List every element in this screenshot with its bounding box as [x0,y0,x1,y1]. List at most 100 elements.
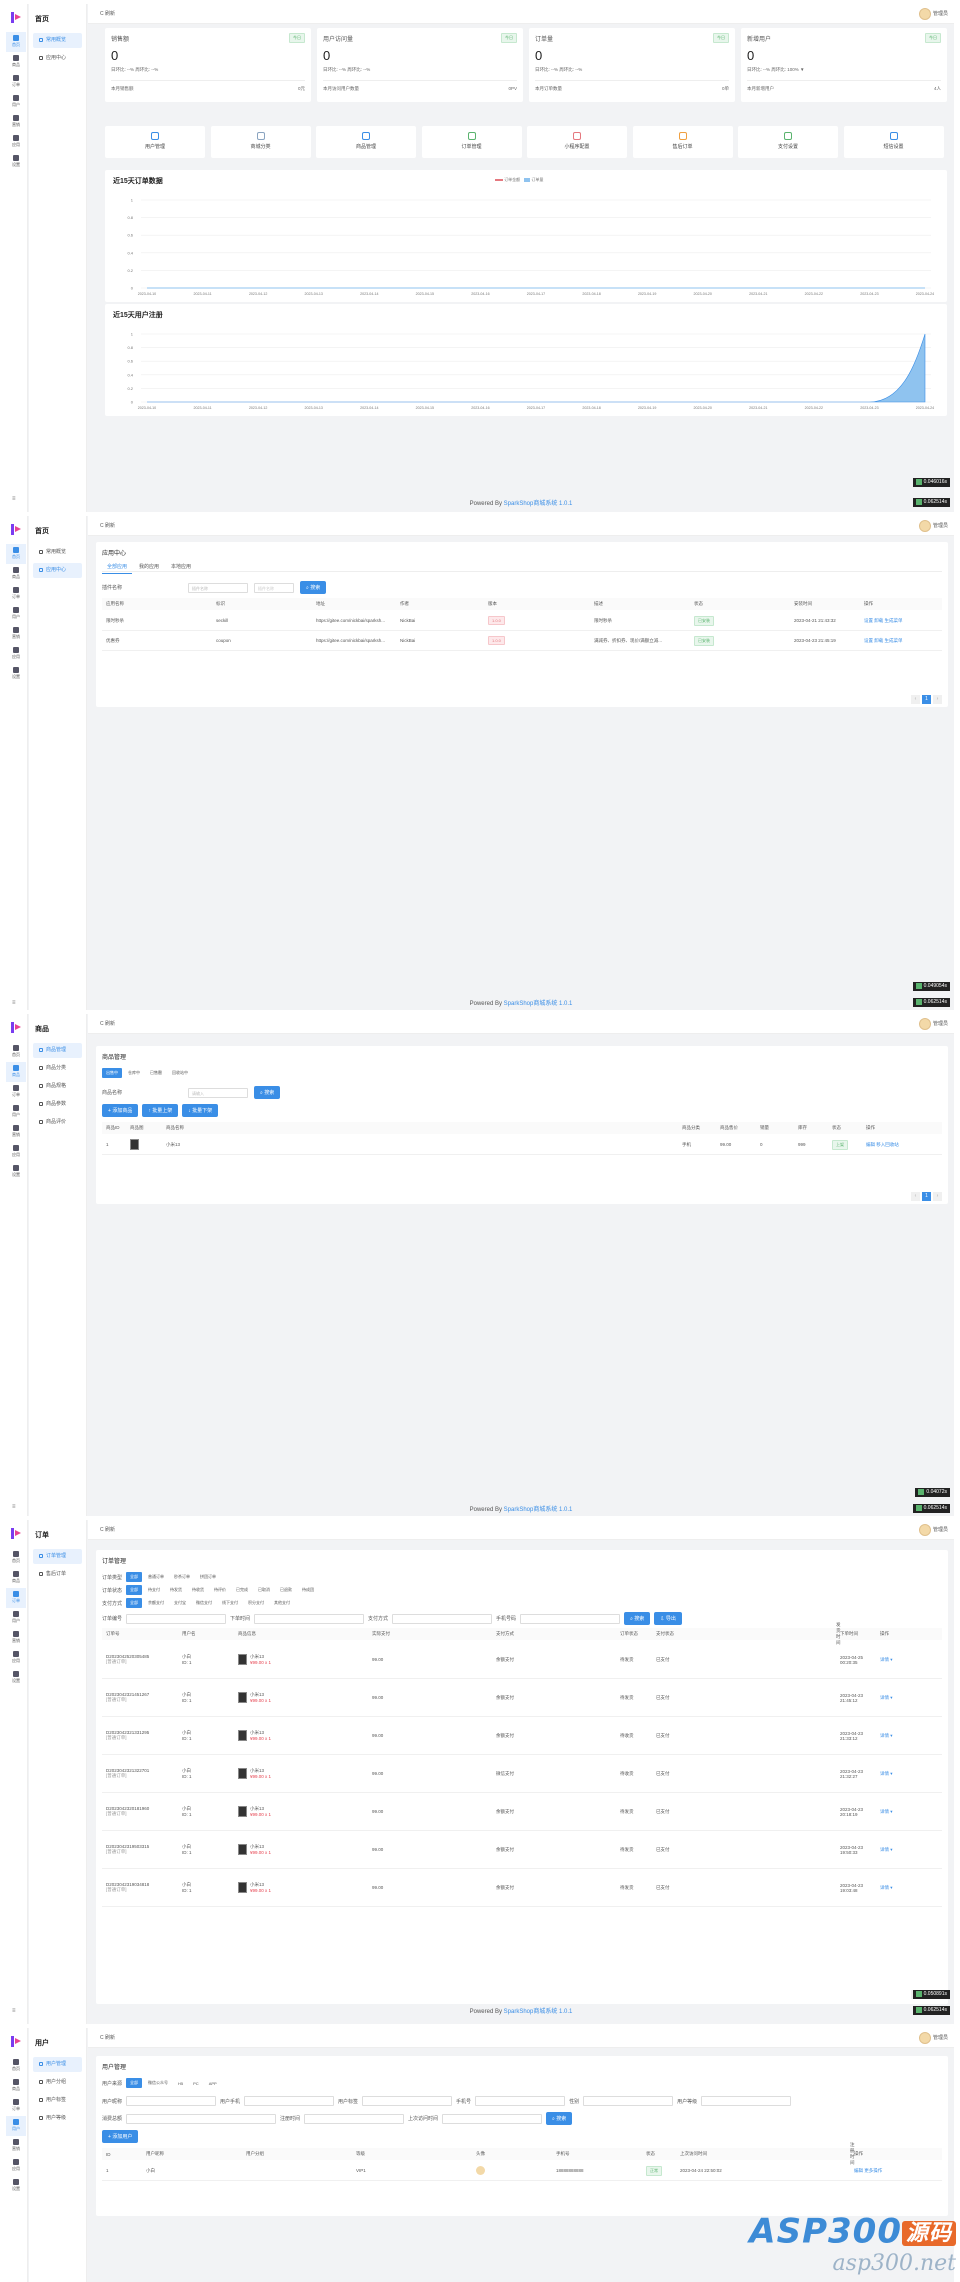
pay-way-select[interactable] [392,1613,493,1624]
menu-goods-category[interactable]: 商品分类 [33,1061,82,1076]
footer-link[interactable]: SparkShop商城系统 1.0.1 [504,1507,573,1513]
sidebar-item-home[interactable]: 首页 [6,1548,26,1568]
tab-sold-out[interactable]: 已售罄 [146,1068,166,1078]
refresh-button[interactable]: C 刷新 [100,1526,115,1533]
sidebar-item-users[interactable]: 用户 [6,1102,26,1122]
collapse-icon[interactable]: ≡ [12,2008,16,2014]
footer-link[interactable]: SparkShop商城系统 1.0.1 [504,1001,573,1007]
sidebar-item-orders[interactable]: 订单 [6,1082,26,1102]
refresh-button[interactable]: C 刷新 [100,522,115,529]
user-source-chip[interactable]: 微信公众号 [144,2078,172,2088]
order-detail-link[interactable]: 详情 ▾ [880,1657,893,1662]
order-no-input[interactable] [126,1613,227,1624]
plugin-name-input[interactable]: 插件名称 [188,582,249,593]
sidebar-item-home[interactable]: 首页 [6,2056,26,2076]
order-detail-link[interactable]: 详情 ▾ [880,1847,893,1852]
order-detail-link[interactable]: 详情 ▾ [880,1885,893,1890]
pagination[interactable]: ‹1› [909,695,942,704]
sidebar-item-apps[interactable]: 应用 [6,2156,26,2176]
refresh-button[interactable]: C 刷新 [100,10,115,17]
refresh-button[interactable]: C 刷新 [100,2034,115,2041]
sidebar-item-goods[interactable]: 商品 [6,52,26,72]
level-select[interactable] [701,2096,792,2106]
batch-on-button[interactable]: ↑ 批量上架 [142,1104,179,1117]
search-button[interactable]: ⌕ 搜索 [624,1612,651,1625]
pay-way-chip[interactable]: 线下支付 [218,1598,242,1608]
user-menu[interactable]: 管理员 [918,1523,948,1537]
add-user-button[interactable]: + 添加用户 [102,2130,139,2143]
order-status-chip[interactable]: 已退款 [276,1585,296,1595]
user-phone-input[interactable] [244,2096,335,2106]
sidebar-item-goods[interactable]: 商品 [6,2076,26,2096]
quick-nav-item[interactable]: 商城分类 [210,126,311,158]
menu-goods-manage[interactable]: 商品管理 [33,1043,82,1058]
pagination[interactable]: ‹1› [909,1192,942,1201]
sidebar-item-users[interactable]: 用户 [6,604,26,624]
sidebar-item-orders[interactable]: 订单 [6,2096,26,2116]
sidebar-item-settings[interactable]: 设置 [6,152,26,172]
order-status-chip[interactable]: 待成团 [298,1585,318,1595]
menu-aftersale[interactable]: 售后订单 [33,1567,82,1582]
user-tag-select[interactable] [362,2096,453,2106]
sidebar-item-users[interactable]: 用户 [6,1608,26,1628]
reg-time-input[interactable] [304,2113,405,2124]
user-source-chip[interactable]: APP [205,2079,221,2088]
order-type-chip[interactable]: 秒杀订单 [170,1572,194,1582]
pay-way-chip[interactable]: 积分支付 [244,1598,268,1608]
user-menu[interactable]: 管理员 [918,519,948,533]
pay-way-chip[interactable]: 其他支付 [270,1598,294,1608]
sidebar-item-home[interactable]: 首页 [6,544,26,564]
menu-app-center[interactable]: 应用中心 [33,51,82,66]
footer-link[interactable]: SparkShop商城系统 1.0.1 [504,2009,573,2015]
pay-way-chip[interactable]: 余额支付 [144,1598,168,1608]
search-button[interactable]: ⌕ 搜索 [300,581,327,594]
quick-nav-item[interactable]: 小程序配置 [527,126,627,158]
user-menu[interactable]: 管理员 [918,2031,948,2045]
order-type-chip[interactable]: 普通订单 [144,1572,168,1582]
order-detail-link[interactable]: 详情 ▾ [880,1771,893,1776]
sidebar-item-orders[interactable]: 订单 [6,584,26,604]
order-type-chip[interactable]: 拼团订单 [196,1572,220,1582]
sidebar-item-settings[interactable]: 设置 [6,2176,26,2196]
sidebar-item-apps[interactable]: 应用 [6,644,26,664]
sidebar-item-apps[interactable]: 应用 [6,132,26,152]
sidebar-item-home[interactable]: 首页 [6,1042,26,1062]
collapse-icon[interactable]: ≡ [12,1504,16,1510]
tab-in-stock[interactable]: 仓库中 [124,1068,144,1078]
tab-recycle[interactable]: 回收站中 [168,1068,192,1078]
sidebar-item-orders[interactable]: 订单 [6,1588,26,1608]
sidebar-item-home[interactable]: 首页 [6,32,26,52]
menu-overview[interactable]: 常用概览 [33,545,82,560]
row-actions[interactable]: 编辑 更多操作 [854,2168,882,2173]
order-detail-link[interactable]: 详情 ▾ [880,1809,893,1814]
order-status-chip[interactable]: 待支付 [144,1585,164,1595]
order-status-chip[interactable]: 待评价 [210,1585,230,1595]
sidebar-item-settings[interactable]: 设置 [6,664,26,684]
quick-nav-item[interactable]: 用户管理 [105,126,205,158]
phone-input[interactable] [475,2096,566,2106]
sidebar-item-marketing[interactable]: 营销 [6,1628,26,1648]
tab-on-sale[interactable]: 出售中 [102,1068,122,1078]
sidebar-item-apps[interactable]: 应用 [6,1142,26,1162]
row-actions[interactable]: 设置 卸载 生成菜单 [864,638,903,643]
batch-off-button[interactable]: ↓ 批量下架 [182,1104,219,1117]
menu-goods-review[interactable]: 商品评价 [33,1115,82,1130]
order-status-chip[interactable]: 全部 [126,1585,143,1595]
search-button[interactable]: ⌕ 搜索 [546,2112,573,2125]
menu-app-center[interactable]: 应用中心 [33,563,82,578]
quick-nav-item[interactable]: 短信设置 [843,126,944,158]
sidebar-item-goods[interactable]: 商品 [6,1062,26,1082]
order-status-chip[interactable]: 待收货 [188,1585,208,1595]
quick-nav-item[interactable]: 支付设置 [738,126,838,158]
sidebar-item-users[interactable]: 用户 [6,2116,26,2136]
add-goods-button[interactable]: + 添加商品 [102,1104,139,1117]
sidebar-item-marketing[interactable]: 营销 [6,112,26,132]
export-button[interactable]: ⇩ 导出 [654,1612,682,1625]
order-type-chip[interactable]: 全部 [126,1572,143,1582]
menu-user-group[interactable]: 用户分组 [33,2075,82,2090]
sidebar-item-marketing[interactable]: 营销 [6,624,26,644]
order-status-chip[interactable]: 待发货 [166,1585,186,1595]
pay-way-chip[interactable]: 微信支付 [192,1598,216,1608]
pay-way-chip[interactable]: 支付宝 [170,1598,190,1608]
pay-way-chip[interactable]: 全部 [126,1598,143,1608]
